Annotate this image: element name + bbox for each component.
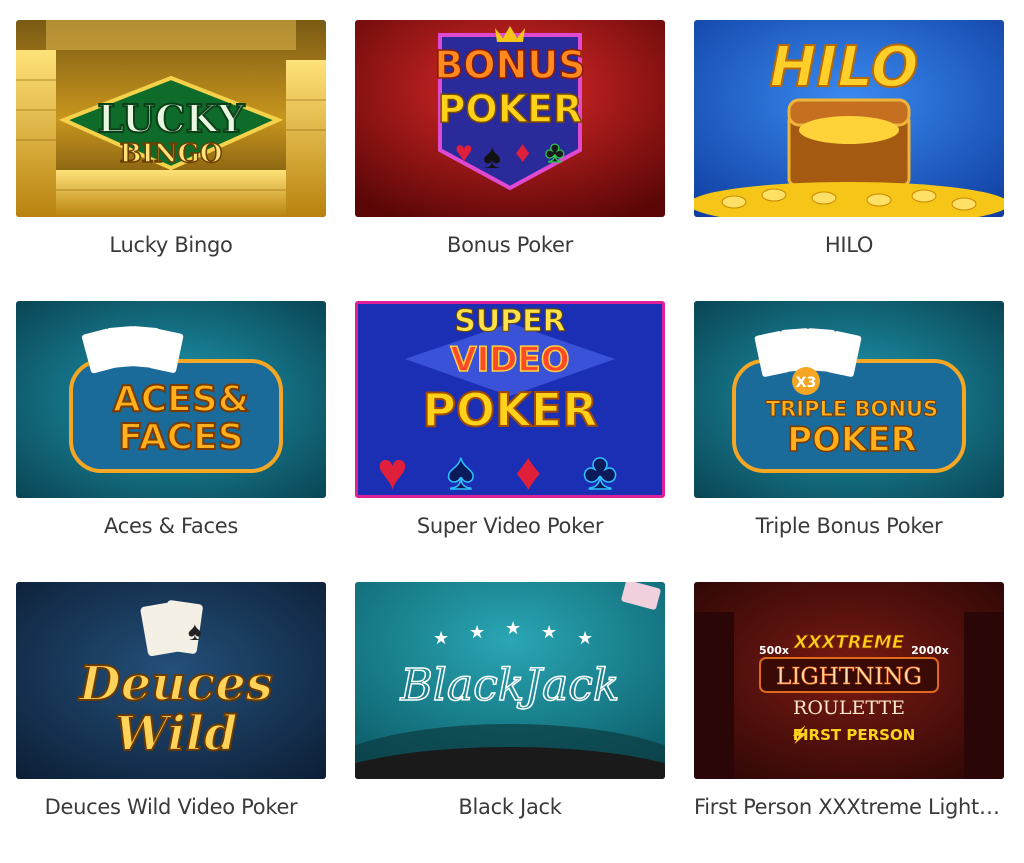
svg-text:♠: ♠ (188, 616, 202, 646)
deuces-wild-logo-line-2: Wild (114, 706, 237, 762)
bonus-poker-logo-line-2: POKER (438, 87, 583, 131)
game-title[interactable]: Bonus Poker (355, 233, 665, 257)
triple-bonus-logo-line-1: TRIPLE BONUS (766, 397, 938, 421)
svg-text:★: ★ (469, 622, 485, 642)
game-tile-xxxtreme-lightning-roulette[interactable]: XXXTREME 500x 2000x LIGHTNING ROULETTE ⚡… (694, 582, 1004, 863)
game-thumbnail-deuces-wild[interactable]: ♠ Deuces Wild (16, 582, 326, 779)
lightning-logo: LIGHTNING (776, 664, 922, 690)
svg-text:★: ★ (541, 622, 557, 642)
svg-text:♣: ♣ (583, 443, 617, 498)
game-title[interactable]: Lucky Bingo (16, 233, 326, 257)
triple-bonus-multiplier: X3 (796, 375, 817, 391)
game-thumbnail-aces-faces[interactable]: ACES& FACES (16, 301, 326, 498)
svg-text:♣: ♣ (545, 136, 565, 169)
multiplier-500x: 500x (759, 644, 789, 657)
game-thumbnail-lucky-bingo[interactable]: LUCKY BINGO (16, 20, 326, 217)
game-thumbnail-triple-bonus-poker[interactable]: X3 TRIPLE BONUS POKER (694, 301, 1004, 498)
game-title[interactable]: Black Jack (355, 795, 665, 819)
svg-text:♠: ♠ (483, 138, 501, 176)
svg-text:♦: ♦ (515, 443, 542, 498)
game-tile-aces-faces[interactable]: ACES& FACES Aces & Faces (16, 301, 326, 582)
super-video-poker-logo-line-1: SUPER (454, 304, 566, 339)
game-tile-black-jack[interactable]: ★ ★ ★ ★ ★ BlackJack Black Jack (355, 582, 665, 863)
super-video-poker-logo-line-3: POKER (422, 383, 597, 437)
roulette-logo: ROULETTE (793, 697, 905, 719)
svg-text:♥: ♥ (377, 443, 408, 498)
xxxtreme-label: XXXTREME (793, 632, 905, 653)
bonus-poker-logo-line-1: BONUS (434, 43, 585, 87)
game-tile-super-video-poker[interactable]: SUPER VIDEO POKER ♥ ♠ ♦ ♣ Super Video Po… (355, 301, 665, 582)
game-thumbnail-black-jack[interactable]: ★ ★ ★ ★ ★ BlackJack (355, 582, 665, 779)
aces-faces-logo-line-2: FACES (118, 417, 243, 458)
svg-text:★: ★ (577, 628, 593, 648)
game-tile-triple-bonus-poker[interactable]: X3 TRIPLE BONUS POKER Triple Bonus Poker (694, 301, 1004, 582)
lucky-bingo-logo-line-2: BINGO (120, 139, 223, 169)
svg-text:★: ★ (505, 618, 521, 638)
super-video-poker-logo-line-2: VIDEO (450, 340, 569, 380)
game-thumbnail-xxxtreme-lightning-roulette[interactable]: XXXTREME 500x 2000x LIGHTNING ROULETTE ⚡… (694, 582, 1004, 779)
lucky-bingo-logo-line-1: LUCKY (97, 96, 245, 141)
svg-text:♥: ♥ (455, 136, 473, 169)
game-title[interactable]: Aces & Faces (16, 514, 326, 538)
aces-faces-logo-line-1: ACES& (113, 379, 249, 420)
game-title[interactable]: Super Video Poker (355, 514, 665, 538)
svg-text:★: ★ (433, 628, 449, 648)
game-title[interactable]: Triple Bonus Poker (694, 514, 1004, 538)
game-thumbnail-super-video-poker[interactable]: SUPER VIDEO POKER ♥ ♠ ♦ ♣ (355, 301, 665, 498)
game-thumbnail-hilo[interactable]: HILO (694, 20, 1004, 217)
svg-text:♠: ♠ (447, 443, 475, 498)
game-grid: LUCKY BINGO Lucky Bingo BONUS POKER ♥ ♠ … (16, 20, 1004, 863)
black-jack-logo: BlackJack (399, 660, 619, 711)
game-tile-hilo[interactable]: HILO HILO (694, 20, 1004, 301)
game-tile-deuces-wild[interactable]: ♠ Deuces Wild Deuces Wild Video Poker (16, 582, 326, 863)
game-title[interactable]: HILO (694, 233, 1004, 257)
game-thumbnail-bonus-poker[interactable]: BONUS POKER ♥ ♠ ♦ ♣ (355, 20, 665, 217)
playing-cards-icon: ♠ (140, 600, 203, 657)
first-person-label: FIRST PERSON (793, 726, 916, 744)
hilo-logo: HILO (770, 35, 919, 100)
svg-text:♦: ♦ (515, 136, 530, 169)
deuces-wild-logo-line-1: Deuces (77, 656, 273, 712)
game-tile-bonus-poker[interactable]: BONUS POKER ♥ ♠ ♦ ♣ Bonus Poker (355, 20, 665, 301)
game-title[interactable]: Deuces Wild Video Poker (16, 795, 326, 819)
game-tile-lucky-bingo[interactable]: LUCKY BINGO Lucky Bingo (16, 20, 326, 301)
game-title[interactable]: First Person XXXtreme Lightni... (694, 795, 1004, 819)
triple-bonus-logo-line-2: POKER (787, 420, 917, 460)
multiplier-2000x: 2000x (911, 644, 949, 657)
